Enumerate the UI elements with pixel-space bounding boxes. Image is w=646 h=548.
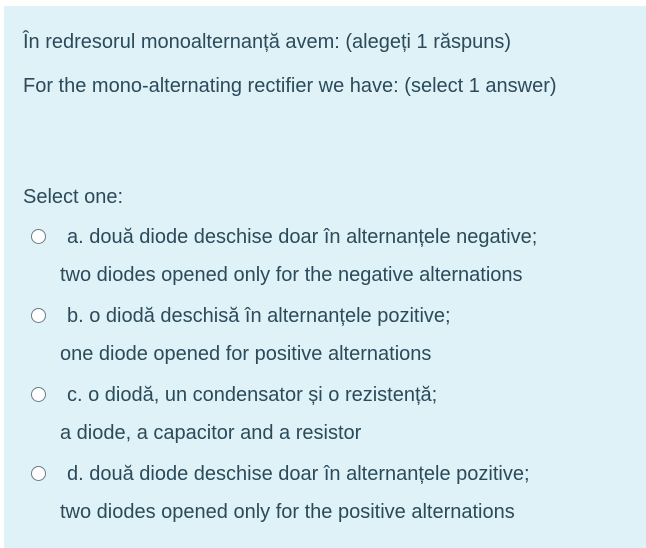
answer-c-text[interactable]: c. o diodă, un condensator și o rezisten… [67,382,437,408]
radio-button-d[interactable] [31,466,46,481]
answer-option-b[interactable]: b. o diodă deschisă în alternanțele pozi… [31,303,631,373]
answer-option-a[interactable]: a. două diode deschise doar în alternanț… [31,224,631,294]
select-one-prompt: Select one: [23,186,124,208]
question-panel: În redresorul monoalternanță avem: (aleg… [4,6,646,548]
answer-d-translation[interactable]: two diodes opened only for the positive … [60,499,515,525]
answer-option-d[interactable]: d. două diode deschise doar în alternanț… [31,461,631,531]
answer-a-translation[interactable]: two diodes opened only for the negative … [60,262,523,288]
answer-option-c[interactable]: c. o diodă, un condensator și o rezisten… [31,382,631,452]
answer-b-text[interactable]: b. o diodă deschisă în alternanțele pozi… [67,303,451,329]
question-text-english: For the mono-alternating rectifier we ha… [23,75,557,97]
radio-button-a[interactable] [31,229,46,244]
question-text-romanian: În redresorul monoalternanță avem: (aleg… [23,31,512,53]
answer-c-translation[interactable]: a diode, a capacitor and a resistor [60,420,361,446]
answer-b-translation[interactable]: one diode opened for positive alternatio… [60,341,431,367]
answer-d-text[interactable]: d. două diode deschise doar în alternanț… [67,461,530,487]
radio-button-c[interactable] [31,387,46,402]
answer-a-text[interactable]: a. două diode deschise doar în alternanț… [67,224,537,250]
radio-button-b[interactable] [31,308,46,323]
